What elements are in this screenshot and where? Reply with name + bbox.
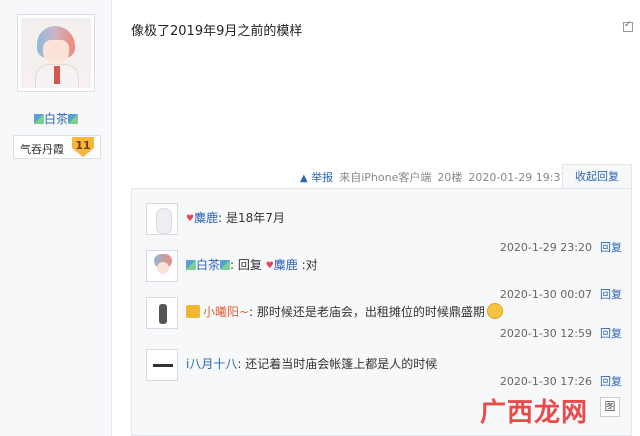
reply-content: 白茶 : 回复 ♥麋鹿 :对 <box>186 256 318 273</box>
reply-text: : 那时候还是老庙会，出租摊位的时候鼎盛期 <box>249 305 485 319</box>
reply-time: 2020-1-30 17:26 <box>499 375 592 388</box>
reply-button[interactable]: 回复 <box>600 327 622 340</box>
reply-text: : 还记着当时庙会帐篷上都是人的时候 <box>237 357 438 371</box>
reply-avatar[interactable] <box>146 203 178 235</box>
user-avatar[interactable] <box>17 14 95 92</box>
site-watermark: 广西龙网 <box>480 398 589 428</box>
level-number: 11 <box>75 139 91 152</box>
user-icon-left <box>186 260 196 270</box>
reply-avatar[interactable] <box>146 349 178 381</box>
reply-meta: 2020-1-30 00:07 回复 <box>500 286 622 302</box>
report-link[interactable]: ▲ 举报 <box>300 169 333 185</box>
reply-word: : 回复 <box>230 258 266 272</box>
user-icon-left <box>33 114 44 124</box>
reply-author[interactable]: i八月十八 <box>186 357 237 371</box>
floor-number: 20楼 <box>437 171 463 184</box>
user-icon-right <box>220 260 231 270</box>
user-icon-right <box>68 114 78 124</box>
reply-button[interactable]: 回复 <box>600 288 622 301</box>
reply-button[interactable]: 回复 <box>600 375 622 388</box>
post-content: 像极了2019年9月之前的模样 <box>131 24 303 39</box>
level-badge-icon: 11 <box>72 137 96 157</box>
vip-tail-icon: ~ <box>239 305 250 319</box>
reply-content: ♥麋鹿: 是18年7月 <box>186 209 285 226</box>
post-timestamp: 2020-01-29 19:37 <box>468 170 568 184</box>
reply-text: :对 <box>297 258 318 272</box>
reply-author[interactable]: 麋鹿 <box>194 211 218 225</box>
post-tail: ▲ 举报 来自iPhone客户端 20楼 2020-01-29 19:37 <box>300 168 567 186</box>
reply-content: i八月十八: 还记着当时庙会帐篷上都是人的时候 <box>186 355 437 372</box>
level-title: 气吞丹霞 <box>20 143 64 156</box>
reply-avatar[interactable] <box>146 250 178 282</box>
username-link[interactable]: 白茶 <box>0 110 112 127</box>
reply-text: : 是18年7月 <box>218 211 285 225</box>
reply-meta: 2020-1-29 23:20 回复 <box>500 239 622 255</box>
collapse-replies-button[interactable]: 收起回复 <box>562 164 632 188</box>
avatar-image <box>21 18 91 88</box>
select-checkbox[interactable] <box>623 20 633 32</box>
reply-time: 2020-1-29 23:20 <box>499 241 592 254</box>
reply-content: 小曦阳~: 那时候还是老庙会，出租摊位的时候鼎盛期 <box>186 303 503 320</box>
reply-button[interactable]: 回复 <box>600 241 622 254</box>
vip-crown-icon <box>186 305 200 318</box>
heart-icon: ♥ <box>186 214 195 224</box>
reply-meta: 2020-1-30 17:26 回复 <box>500 373 622 389</box>
reply-meta: 2020-1-30 12:59 回复 <box>500 325 622 341</box>
username-text[interactable]: 白茶 <box>44 112 68 126</box>
client-source[interactable]: 来自iPhone客户端 <box>339 169 431 185</box>
reply-author[interactable]: 小曦阳 <box>203 305 239 319</box>
image-reply-button[interactable]: 图 <box>600 397 620 417</box>
user-level[interactable]: 气吞丹霞 11 <box>13 135 101 159</box>
reply-time: 2020-1-30 12:59 <box>499 327 592 340</box>
reply-target[interactable]: 麋鹿 <box>274 258 298 272</box>
reply-avatar[interactable] <box>146 297 178 329</box>
warning-icon: ▲ <box>300 173 308 184</box>
smiley-emoji-icon <box>486 303 503 319</box>
reply-author[interactable]: 白茶 <box>196 258 220 272</box>
heart-icon: ♥ <box>265 261 274 271</box>
user-sidebar: 白茶 气吞丹霞 11 <box>0 0 112 436</box>
reply-time: 2020-1-30 00:07 <box>499 288 592 301</box>
